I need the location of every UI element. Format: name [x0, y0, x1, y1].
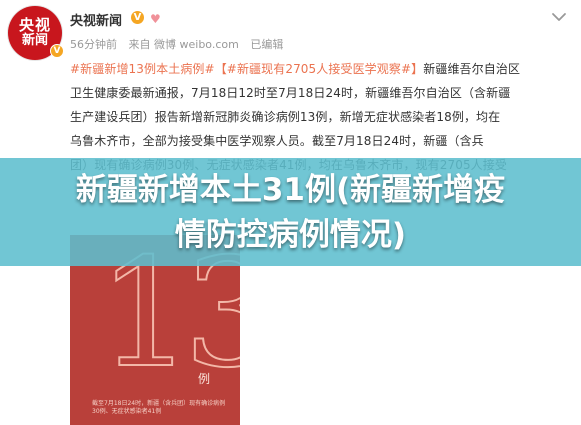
verified-badge-icon: V — [50, 44, 64, 58]
content-line-4: 乌鲁木齐市，全部为接受集中医学观察人员。截至7月18日24时，新疆（含兵 — [70, 134, 484, 148]
headline-line-2: 情防控病例情况) — [174, 217, 407, 253]
chevron-down-icon[interactable] — [548, 6, 570, 28]
content-line-3: 生产建设兵团）报告新增新冠肺炎确诊病例13例，新增无症状感染者18例，均在 — [70, 110, 501, 124]
hashtag-link-2[interactable]: 【#新疆现有2705人接受医学观察#】 — [215, 62, 424, 76]
post-meta: 56分钟前 来自 微博 weibo.com 已编辑 — [70, 36, 291, 52]
hashtag-link[interactable]: #新疆新增13例本土病例# — [70, 62, 215, 76]
author-name[interactable]: 央视新闻 — [70, 10, 122, 29]
avatar-text-top: 央视 — [18, 16, 51, 35]
poster-unit: 例 — [198, 372, 211, 386]
headline-line-1: 新疆新增本土31例(新疆新增疫 — [75, 172, 506, 208]
post-header: 央视 新闻 V 央视新闻 V ♥ 56分钟前 来自 微博 weibo.com 已… — [0, 0, 581, 60]
edited-label: 已编辑 — [250, 38, 284, 51]
poster-fine-print: 截至7月18日24时，新疆（含兵团）现有确诊病例30例、无症状感染者41例 — [92, 400, 226, 415]
post-time[interactable]: 56分钟前 — [70, 38, 117, 51]
content-text: 新疆维吾尔自治区 — [423, 62, 521, 76]
content-line-2: 卫生健康委最新通报，7月18日12时至7月18日24时，新疆维吾尔自治区（含新疆 — [70, 86, 511, 100]
content-line-1: #新疆新增13例本土病例#【#新疆现有2705人接受医学观察#】新疆维吾尔自治区 — [70, 57, 575, 81]
avatar-text-bottom: 新闻 — [21, 33, 48, 49]
verified-icon: V — [131, 11, 144, 24]
headline-title: 新疆新增本土31例(新疆新增疫 情防控病例情况) — [0, 168, 581, 258]
post-source: 来自 微博 weibo.com — [128, 38, 239, 51]
heart-icon: ♥ — [150, 12, 161, 26]
